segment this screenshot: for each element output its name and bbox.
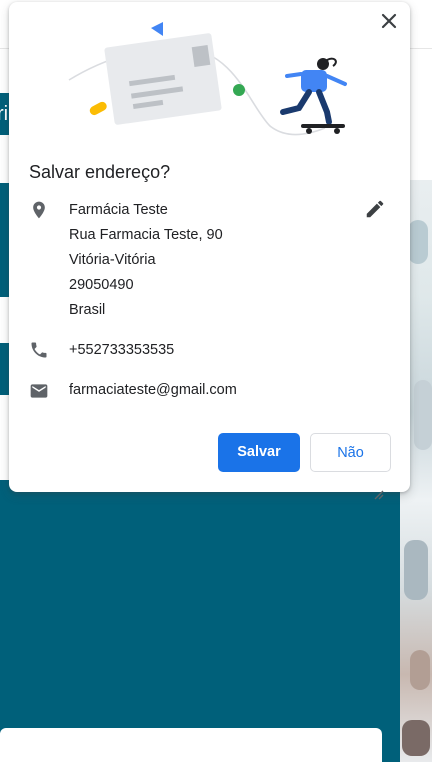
- pencil-icon[interactable]: [364, 198, 386, 220]
- address-row: Farmácia Teste Rua Farmacia Teste, 90 Vi…: [29, 198, 389, 323]
- address-lines: Farmácia Teste Rua Farmacia Teste, 90 Vi…: [69, 198, 223, 323]
- address-country: Brasil: [69, 302, 106, 318]
- page-white-card: [0, 728, 382, 768]
- mail-icon: [30, 384, 48, 398]
- phone-row: +552733353535: [29, 338, 389, 363]
- address-city: Vitória-Vitória: [69, 252, 156, 268]
- email-row: farmaciateste@gmail.com: [29, 378, 389, 403]
- save-address-dialog: Salvar endereço? Farmácia Teste Rua Farm…: [9, 2, 410, 500]
- address-name: Farmácia Teste: [69, 202, 168, 218]
- email-value: farmaciateste@gmail.com: [69, 382, 237, 398]
- address-postal-code: 29050490: [69, 277, 134, 293]
- phone-value: +552733353535: [69, 342, 175, 358]
- no-button[interactable]: Não: [310, 433, 391, 472]
- close-icon[interactable]: [380, 12, 398, 30]
- dialog-title: Salvar endereço?: [29, 162, 171, 182]
- envelope-skater-illustration: [68, 22, 347, 136]
- phone-icon: [31, 342, 47, 358]
- location-pin-icon: [33, 201, 45, 219]
- page-teal-panel: [0, 480, 400, 762]
- address-street: Rua Farmacia Teste, 90: [69, 227, 223, 243]
- save-button[interactable]: Salvar: [218, 433, 300, 472]
- resize-grip-icon[interactable]: [370, 486, 384, 500]
